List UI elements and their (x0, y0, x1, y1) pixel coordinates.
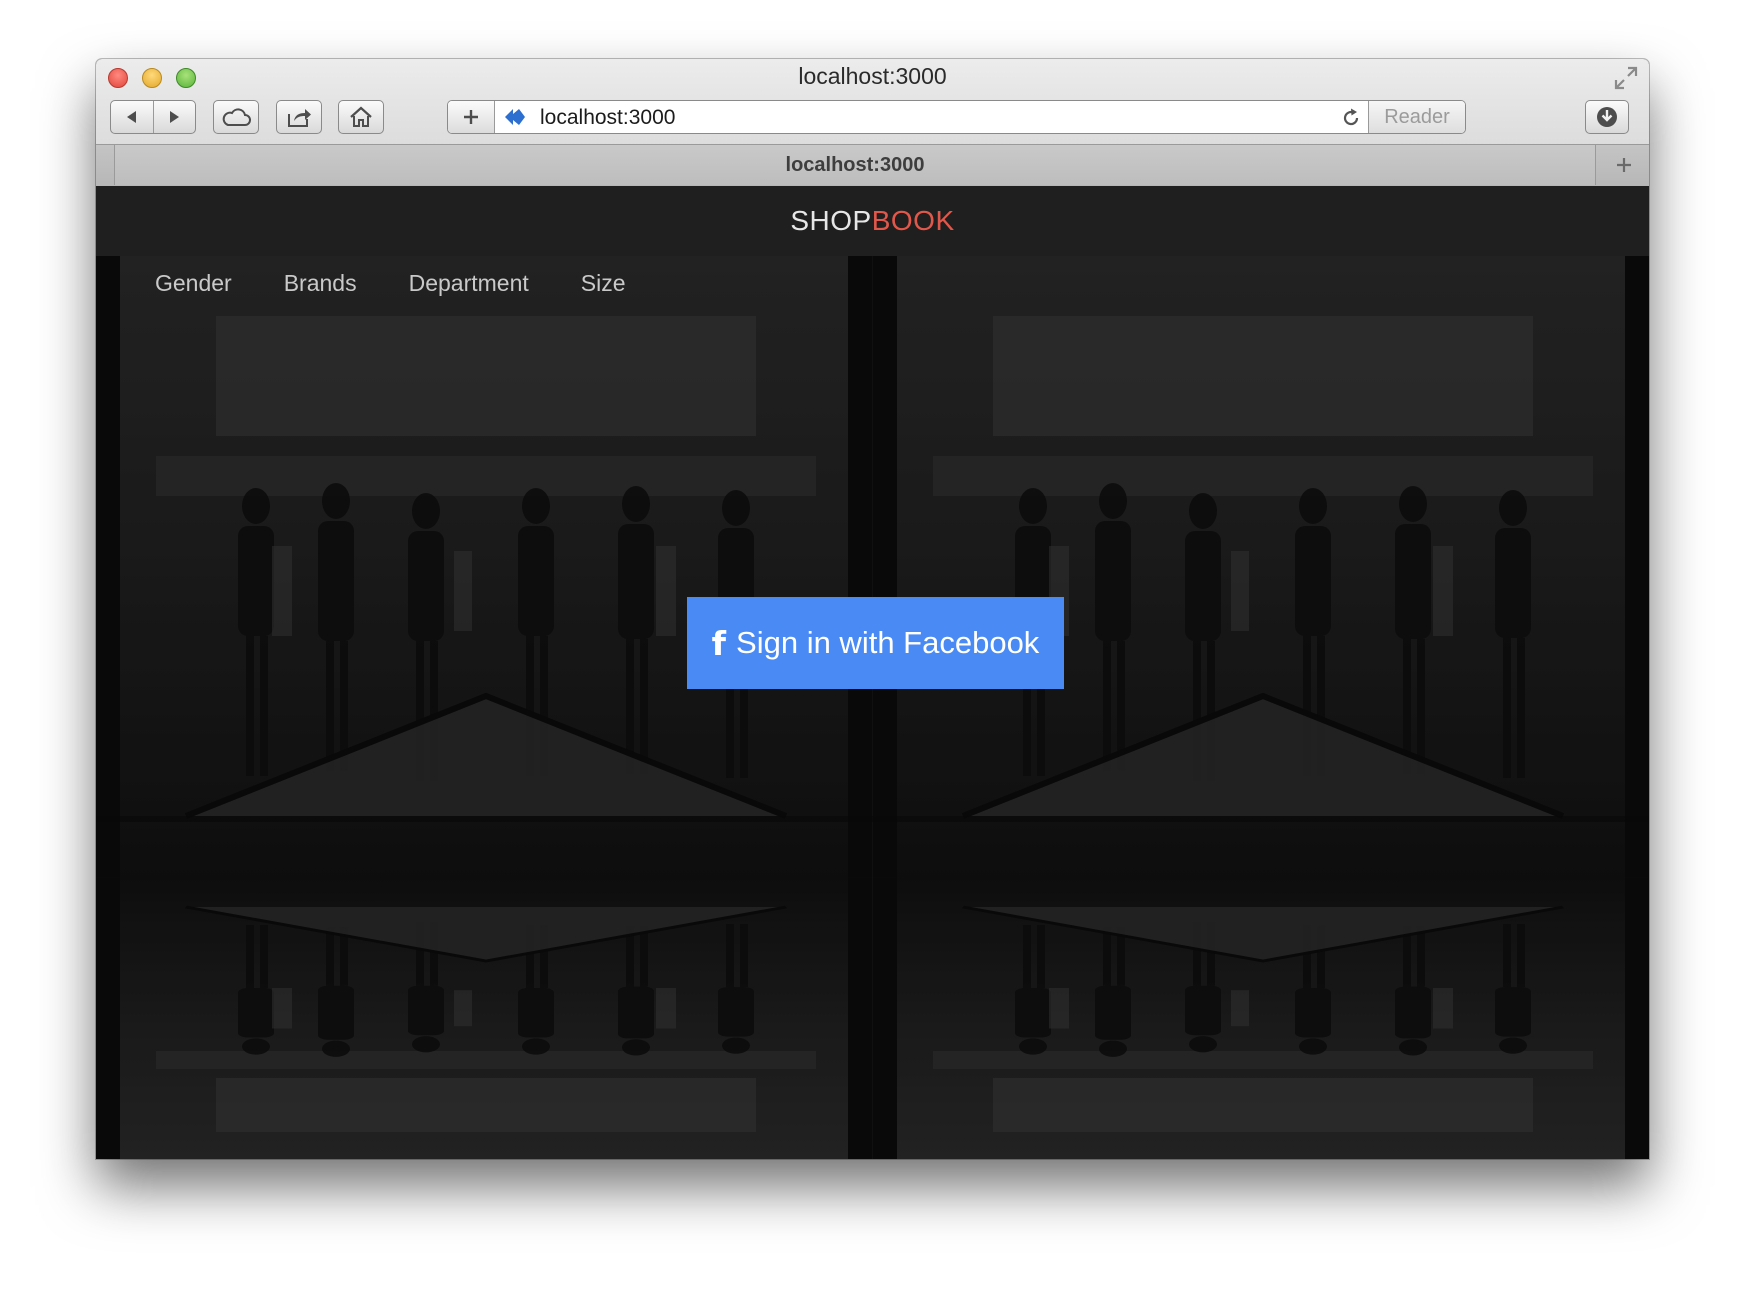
facebook-f-icon: f (711, 623, 727, 663)
back-forward-control (110, 100, 196, 134)
address-bar[interactable]: localhost:3000 Reader (447, 100, 1466, 134)
facebook-signin-button[interactable]: f Sign in with Facebook (687, 597, 1064, 689)
downloads-icon (1597, 107, 1617, 127)
store-background-image (96, 256, 1649, 1159)
forward-button[interactable] (153, 101, 195, 133)
back-arrow-icon (127, 111, 136, 123)
forward-arrow-icon (170, 111, 179, 123)
facebook-signin-label: Sign in with Facebook (736, 625, 1040, 660)
brand-logo-shop[interactable]: SHOP (790, 205, 871, 236)
plus-icon (464, 110, 478, 124)
brand-logo-book[interactable]: BOOK (872, 205, 955, 236)
fullscreen-icon[interactable] (1613, 65, 1639, 91)
tab-localhost[interactable]: localhost:3000 (114, 145, 1596, 185)
web-page: SHOPBOOK Gender Brands Department Size f… (96, 186, 1649, 1159)
nav-brands[interactable]: Brands (284, 270, 357, 297)
window-title: localhost:3000 (798, 63, 947, 89)
url-text[interactable]: localhost:3000 (540, 106, 675, 130)
nav-gender[interactable]: Gender (155, 270, 232, 297)
category-nav: Gender Brands Department Size (155, 270, 678, 297)
cloud-icon (222, 108, 251, 126)
browser-chrome: localhost:3000 localhost:3000 Reader loc… (96, 59, 1649, 186)
nav-size[interactable]: Size (581, 270, 626, 297)
nav-department[interactable]: Department (409, 270, 529, 297)
back-button[interactable] (111, 101, 154, 133)
tab-bar: localhost:3000 (96, 144, 1649, 186)
downloads-button[interactable] (1585, 100, 1629, 134)
site-header: SHOPBOOK (96, 186, 1649, 256)
home-button[interactable] (338, 100, 384, 134)
add-bookmark-button[interactable] (448, 101, 495, 133)
site-favicon-icon (505, 109, 525, 125)
share-icon (288, 109, 311, 127)
reader-button[interactable]: Reader (1368, 101, 1465, 133)
hero-section: Gender Brands Department Size f Sign in … (96, 256, 1649, 1159)
reload-icon[interactable] (1340, 107, 1362, 129)
browser-window: localhost:3000 localhost:3000 Reader loc… (96, 59, 1649, 1159)
icloud-tabs-button[interactable] (213, 100, 259, 134)
share-button[interactable] (276, 100, 322, 134)
home-icon (350, 106, 372, 127)
new-tab-plus-icon[interactable] (1613, 154, 1635, 176)
